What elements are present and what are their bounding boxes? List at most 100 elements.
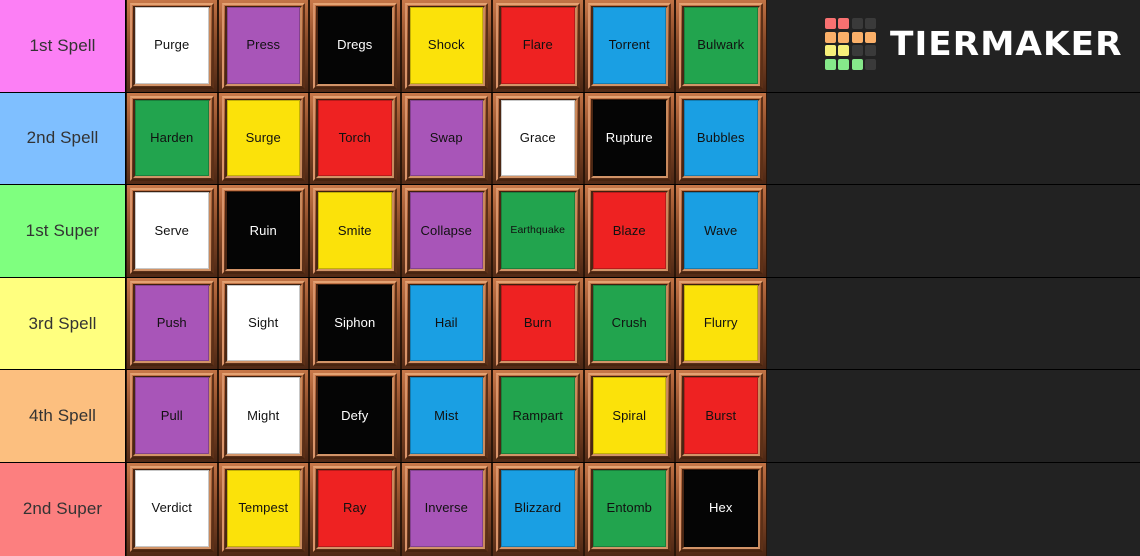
tier-card-strip: Push Sight Siphon Hail Burn Crush Flurry <box>126 277 1140 370</box>
tier-card[interactable]: Pull <box>126 370 218 462</box>
tier-card[interactable]: Hail <box>400 277 492 370</box>
tier-card[interactable]: Blaze <box>583 185 675 277</box>
tier-card[interactable]: Torch <box>309 92 401 185</box>
tier-card-label: Ray <box>318 469 392 547</box>
tier-card[interactable]: Ray <box>309 462 401 556</box>
tier-card[interactable]: Purge <box>126 0 218 92</box>
tier-card[interactable]: Inverse <box>400 462 492 556</box>
tier-card-label: Harden <box>135 99 209 177</box>
tier-label-1st-spell[interactable]: 1st Spell <box>0 0 126 92</box>
tier-drop-zone[interactable] <box>766 92 1140 185</box>
tier-card-label: Collapse <box>409 192 483 269</box>
tier-card[interactable]: Might <box>217 370 309 462</box>
tier-card-label: Verdict <box>135 469 209 547</box>
tier-card-label: Earthquake <box>501 192 575 269</box>
tier-card[interactable]: Ruin <box>217 185 309 277</box>
tier-card-strip: Pull Might Defy Mist Rampart Spiral Burst <box>126 370 1140 462</box>
tier-card[interactable]: Swap <box>400 92 492 185</box>
tier-card[interactable]: Entomb <box>583 462 675 556</box>
tier-row: 4th Spell Pull Might Defy Mist Rampart Spiral B… <box>0 370 1140 463</box>
tier-card[interactable]: Tempest <box>217 462 309 556</box>
tier-card-label: Burn <box>501 284 575 362</box>
tier-card-label: Flare <box>501 7 575 84</box>
tier-card[interactable]: Rampart <box>492 370 584 462</box>
tier-list-app: 1st Spell Purge Press Dregs Shock Flare Torren… <box>0 0 1140 556</box>
tier-card[interactable]: Burn <box>492 277 584 370</box>
tier-label-4th-spell[interactable]: 4th Spell <box>0 370 126 462</box>
tier-card[interactable]: Crush <box>583 277 675 370</box>
tier-card-label: Blizzard <box>501 469 575 547</box>
tier-card-label: Ruin <box>226 192 300 269</box>
tier-card-label: Entomb <box>592 469 666 547</box>
tier-card-label: Tempest <box>226 469 300 547</box>
tier-card[interactable]: Sight <box>217 277 309 370</box>
tier-card-label: Rupture <box>592 99 666 177</box>
tier-card[interactable]: Dregs <box>309 0 401 92</box>
tier-card-label: Inverse <box>409 469 483 547</box>
tier-card[interactable]: Grace <box>492 92 584 185</box>
tier-card-label: Defy <box>318 377 392 454</box>
tier-card-label: Rampart <box>501 377 575 454</box>
tier-card-strip: Verdict Tempest Ray Inverse Blizzard Entomb He… <box>126 462 1140 556</box>
tier-card-label: Shock <box>409 7 483 84</box>
tier-card[interactable]: Spiral <box>583 370 675 462</box>
tier-label-3rd-spell[interactable]: 3rd Spell <box>0 277 126 370</box>
tier-row: 1st Spell Purge Press Dregs Shock Flare Torren… <box>0 0 1140 93</box>
tier-card[interactable]: Flurry <box>675 277 767 370</box>
tier-card[interactable]: Harden <box>126 92 218 185</box>
tier-drop-zone[interactable] <box>766 185 1140 277</box>
tier-card[interactable]: Push <box>126 277 218 370</box>
tier-card[interactable]: Shock <box>400 0 492 92</box>
tier-drop-zone[interactable] <box>766 462 1140 556</box>
tier-card-label: Flurry <box>684 284 758 362</box>
tier-label-2nd-spell[interactable]: 2nd Spell <box>0 92 126 185</box>
tier-card-label: Purge <box>135 7 209 84</box>
tier-card[interactable]: Blizzard <box>492 462 584 556</box>
tier-card[interactable]: Wave <box>675 185 767 277</box>
tier-card-label: Hail <box>409 284 483 362</box>
tier-label-2nd-super[interactable]: 2nd Super <box>0 462 126 556</box>
tier-card[interactable]: Flare <box>492 0 584 92</box>
tier-card-label: Hex <box>684 469 758 547</box>
tier-drop-zone[interactable] <box>766 277 1140 370</box>
tier-card[interactable]: Earthquake <box>492 185 584 277</box>
tier-row: 2nd Spell Harden Surge Torch Swap Grace Ruptur… <box>0 92 1140 186</box>
tier-card[interactable]: Mist <box>400 370 492 462</box>
tier-card-strip: Serve Ruin Smite Collapse Earthquake Blaze Wav… <box>126 185 1140 277</box>
tier-label-1st-super[interactable]: 1st Super <box>0 185 126 277</box>
tier-card-label: Bulwark <box>684 7 758 84</box>
tier-card-label: Grace <box>501 99 575 177</box>
tier-card[interactable]: Collapse <box>400 185 492 277</box>
tier-card[interactable]: Bubbles <box>675 92 767 185</box>
tier-row: 2nd Super Verdict Tempest Ray Inverse Blizzar… <box>0 462 1140 556</box>
tier-card-label: Dregs <box>318 7 392 84</box>
tier-card[interactable]: Smite <box>309 185 401 277</box>
tier-card-label: Burst <box>684 377 758 454</box>
tier-card[interactable]: Burst <box>675 370 767 462</box>
tier-card-label: Torrent <box>592 7 666 84</box>
tier-card-label: Serve <box>135 192 209 269</box>
tier-card[interactable]: Siphon <box>309 277 401 370</box>
tier-card-label: Might <box>226 377 300 454</box>
tier-card-label: Bubbles <box>684 99 758 177</box>
tier-card-label: Sight <box>226 284 300 362</box>
tier-card-label: Siphon <box>318 284 392 362</box>
tier-card[interactable]: Surge <box>217 92 309 185</box>
tier-card[interactable]: Bulwark <box>675 0 767 92</box>
tier-drop-zone[interactable] <box>766 0 1140 92</box>
tier-card-label: Push <box>135 284 209 362</box>
tier-card[interactable]: Serve <box>126 185 218 277</box>
tier-card-label: Blaze <box>592 192 666 269</box>
tier-card[interactable]: Verdict <box>126 462 218 556</box>
tier-card[interactable]: Rupture <box>583 92 675 185</box>
tier-card[interactable]: Defy <box>309 370 401 462</box>
tier-card-label: Crush <box>592 284 666 362</box>
tier-card-label: Spiral <box>592 377 666 454</box>
tier-card[interactable]: Torrent <box>583 0 675 92</box>
tier-card-strip: Purge Press Dregs Shock Flare Torrent Bulwark <box>126 0 1140 92</box>
tier-row: 1st Super Serve Ruin Smite Collapse Earthquak… <box>0 185 1140 278</box>
tier-card-label: Swap <box>409 99 483 177</box>
tier-card[interactable]: Hex <box>675 462 767 556</box>
tier-drop-zone[interactable] <box>766 370 1140 462</box>
tier-card[interactable]: Press <box>217 0 309 92</box>
